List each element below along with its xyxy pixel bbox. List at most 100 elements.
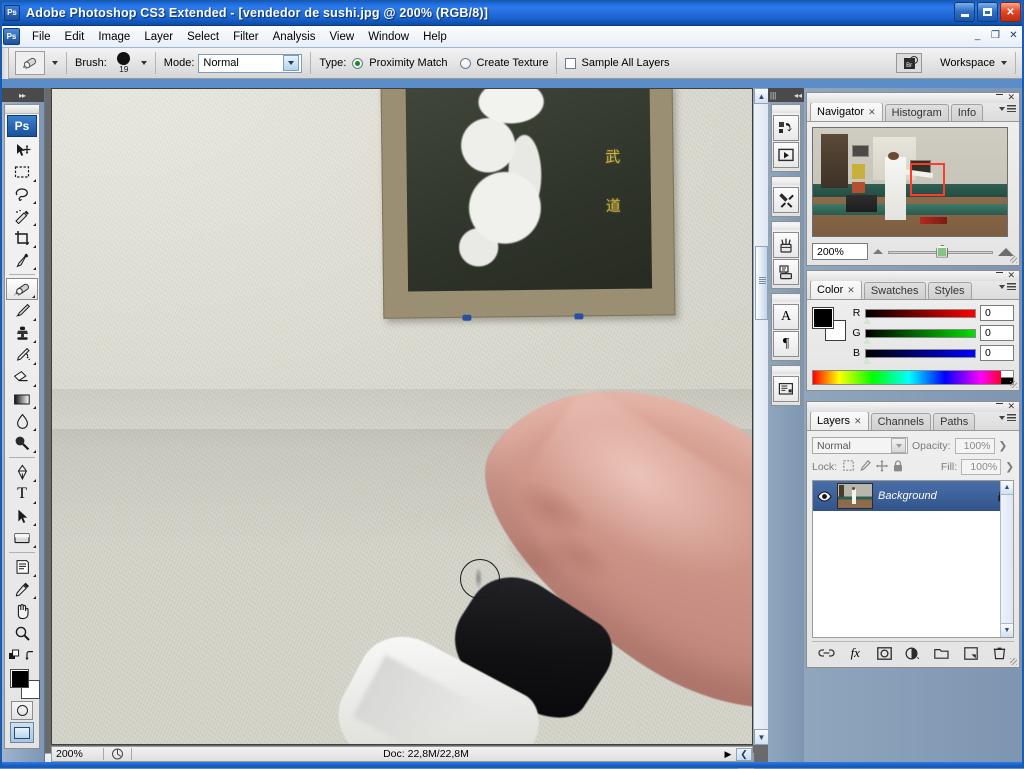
- options-bar-grip[interactable]: [0, 47, 9, 79]
- slider-marker[interactable]: [863, 317, 871, 324]
- navigator-zoom-input[interactable]: 200%: [812, 243, 868, 260]
- brush-dropdown[interactable]: [140, 61, 147, 65]
- sample-all-layers-checkbox[interactable]: [565, 57, 577, 69]
- tab-swatches[interactable]: Swatches: [863, 282, 926, 299]
- link-layers-icon[interactable]: [817, 645, 835, 662]
- green-value[interactable]: 0: [980, 325, 1014, 341]
- layers-scroll-up-button[interactable]: ▲: [1001, 481, 1013, 495]
- document-restore-button[interactable]: ❐: [989, 29, 1002, 42]
- eraser-tool[interactable]: [6, 366, 38, 388]
- menu-image[interactable]: Image: [91, 28, 137, 46]
- vertical-scroll-track[interactable]: [754, 104, 768, 729]
- document-close-button[interactable]: ✕: [1007, 29, 1020, 42]
- brush-preview[interactable]: 19: [111, 52, 137, 74]
- lasso-tool[interactable]: [6, 183, 38, 205]
- zoom-slider-knob[interactable]: [936, 244, 949, 258]
- tab-layers[interactable]: Layers ✕: [810, 411, 869, 430]
- crop-tool[interactable]: [6, 227, 38, 249]
- red-value[interactable]: 0: [980, 305, 1014, 321]
- status-back-button[interactable]: ❮: [736, 747, 752, 761]
- tab-navigator[interactable]: Navigator ✕: [810, 102, 883, 121]
- label-create-texture[interactable]: Create Texture: [477, 57, 549, 69]
- zoom-tool[interactable]: [6, 622, 38, 644]
- layers-scroll-down-button[interactable]: ▼: [1001, 623, 1013, 637]
- navigator-panel-menu[interactable]: [999, 105, 1016, 112]
- character-icon[interactable]: A: [773, 304, 799, 330]
- menu-analysis[interactable]: Analysis: [266, 28, 323, 46]
- eyedropper-tool[interactable]: [6, 578, 38, 600]
- layer-styles-icon[interactable]: fx: [846, 645, 864, 662]
- green-slider[interactable]: [863, 328, 976, 344]
- lock-pixels-icon[interactable]: [843, 460, 854, 474]
- scroll-down-button[interactable]: ▼: [754, 729, 769, 745]
- slice-tool[interactable]: [6, 249, 38, 271]
- layers-minimize-button[interactable]: [996, 403, 1003, 404]
- tab-info[interactable]: Info: [950, 104, 984, 121]
- tab-histogram[interactable]: Histogram: [884, 104, 949, 121]
- brushes-icon[interactable]: [773, 232, 799, 258]
- opacity-stepper-icon[interactable]: ❯: [999, 440, 1008, 452]
- new-group-icon[interactable]: [933, 645, 951, 662]
- layers-list-scrollbar[interactable]: ▲ ▼: [1000, 481, 1013, 637]
- navigator-zoom-slider[interactable]: [888, 244, 993, 259]
- dock-collapse-handle[interactable]: ||| ◂◂: [768, 88, 804, 102]
- maximize-button[interactable]: [977, 2, 998, 22]
- scroll-up-button[interactable]: ▲: [754, 88, 769, 104]
- bridge-icon[interactable]: Br: [896, 53, 923, 73]
- status-menu-arrow[interactable]: ▶: [720, 749, 736, 760]
- close-icon[interactable]: ✕: [847, 285, 855, 296]
- blend-mode-select[interactable]: Normal: [812, 437, 908, 454]
- spot-healing-brush-icon[interactable]: [15, 51, 45, 75]
- color-panel-menu[interactable]: [999, 283, 1016, 290]
- navigator-resize-grip[interactable]: [1010, 256, 1017, 263]
- close-icon[interactable]: ✕: [854, 416, 862, 427]
- menu-file[interactable]: File: [25, 28, 58, 46]
- tool-presets-icon[interactable]: [773, 187, 799, 213]
- lock-position-icon[interactable]: [876, 459, 889, 475]
- hand-tool[interactable]: [6, 600, 38, 622]
- lock-all-icon[interactable]: [893, 459, 903, 475]
- spot-healing-brush-tool[interactable]: [6, 278, 38, 300]
- blue-value[interactable]: 0: [980, 345, 1014, 361]
- menu-help[interactable]: Help: [416, 28, 454, 46]
- sample-all-layers-label[interactable]: Sample All Layers: [581, 57, 669, 69]
- tab-color[interactable]: Color ✕: [810, 280, 862, 299]
- lock-image-icon[interactable]: [859, 459, 871, 474]
- vertical-scroll-thumb[interactable]: [755, 246, 768, 320]
- tab-styles[interactable]: Styles: [927, 282, 972, 299]
- menu-edit[interactable]: Edit: [58, 28, 92, 46]
- new-layer-icon[interactable]: [962, 645, 980, 662]
- type-tool[interactable]: T: [6, 483, 38, 505]
- color-spectrum-ramp[interactable]: [812, 370, 1014, 385]
- color-swatch-pair[interactable]: [812, 307, 846, 341]
- chevron-down-icon[interactable]: [891, 438, 906, 453]
- menu-window[interactable]: Window: [361, 28, 416, 46]
- minimize-button[interactable]: [954, 2, 975, 22]
- tab-channels[interactable]: Channels: [870, 413, 932, 430]
- workspace-dropdown-icon[interactable]: [1001, 61, 1007, 65]
- history-brush-tool[interactable]: [6, 344, 38, 366]
- document-profile-icon[interactable]: [104, 748, 132, 760]
- navigator-thumbnail[interactable]: [812, 127, 1008, 237]
- rectangle-tool[interactable]: [6, 527, 38, 549]
- close-icon[interactable]: ✕: [868, 107, 876, 118]
- navigator-minimize-button[interactable]: [996, 94, 1003, 95]
- pen-tool[interactable]: [6, 461, 38, 483]
- mode-select[interactable]: Normal: [198, 53, 303, 73]
- menu-select[interactable]: Select: [180, 28, 226, 46]
- path-selection-tool[interactable]: [6, 505, 38, 527]
- layer-name[interactable]: Background: [878, 490, 989, 502]
- layer-visibility-icon[interactable]: [816, 490, 832, 502]
- slider-marker[interactable]: [863, 357, 871, 364]
- blur-tool[interactable]: [6, 410, 38, 432]
- foreground-color-swatch[interactable]: [812, 307, 834, 329]
- color-resize-grip[interactable]: [1010, 381, 1017, 388]
- quick-mask-icon[interactable]: [11, 701, 33, 720]
- move-tool[interactable]: [6, 139, 38, 161]
- layer-mask-icon[interactable]: [875, 645, 893, 662]
- workspace-label[interactable]: Workspace: [940, 57, 995, 69]
- navigator-view-box[interactable]: [910, 162, 945, 197]
- toolbar-grip[interactable]: [5, 105, 39, 114]
- bridge-icon[interactable]: [773, 115, 799, 141]
- dock-arrows-icon[interactable]: ◂◂: [794, 91, 802, 100]
